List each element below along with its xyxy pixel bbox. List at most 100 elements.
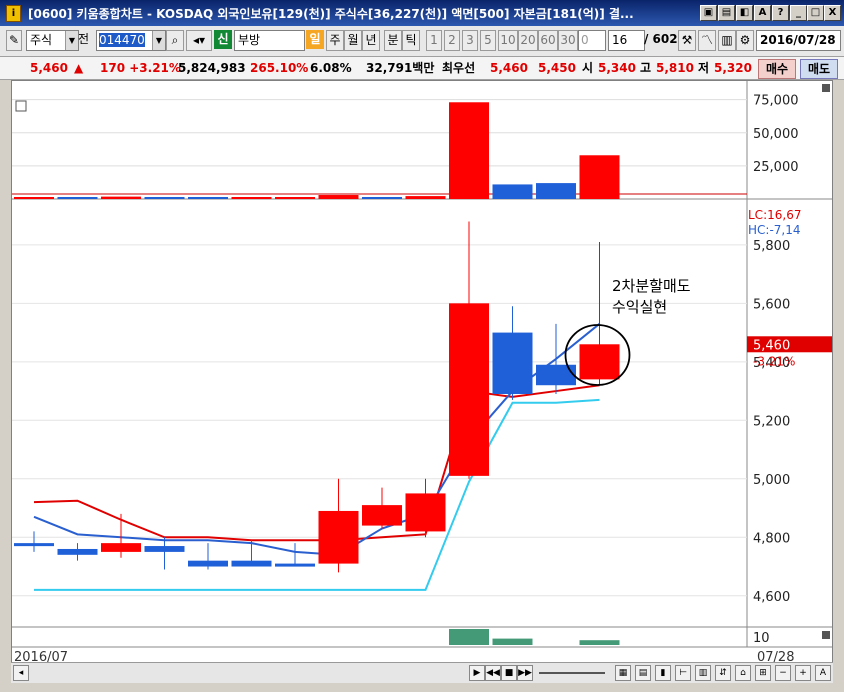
app-icon: ⅰ: [6, 5, 21, 22]
layout-icon[interactable]: ▦: [615, 665, 631, 681]
stop-icon[interactable]: ■: [501, 665, 517, 681]
lock-icon[interactable]: ✎: [6, 30, 22, 51]
market-select[interactable]: 주식 ▼: [26, 30, 79, 51]
stock-code-value: 014470: [99, 33, 145, 47]
period-tick-button[interactable]: 틱: [402, 30, 420, 51]
interval-5-button[interactable]: 5: [480, 30, 496, 51]
candle-body: [536, 364, 576, 386]
credit-badge: 신: [214, 30, 232, 49]
buy-button[interactable]: 매수: [758, 59, 796, 79]
high-label: 고: [640, 61, 652, 75]
interval-3-button[interactable]: 3: [462, 30, 478, 51]
period-year-button[interactable]: 년: [362, 30, 380, 51]
volume-axis-label: 50,000: [753, 127, 799, 142]
close-pane-icon: [822, 84, 830, 92]
minimize-button[interactable]: _: [790, 5, 807, 21]
tool-icon-1[interactable]: ▣: [700, 5, 717, 21]
interval-60-button[interactable]: 60: [538, 30, 558, 51]
close-button[interactable]: X: [824, 5, 841, 21]
sell-button[interactable]: 매도: [800, 59, 838, 79]
interval-1-button[interactable]: 1: [426, 30, 442, 51]
ask-price: 5,460: [490, 61, 528, 75]
volume-bar: [405, 196, 446, 199]
trade-amount: 32,791백만: [366, 61, 435, 75]
candle-body: [57, 548, 98, 555]
volume-value: 5,824,983: [178, 61, 246, 75]
period-week-button[interactable]: 주: [326, 30, 344, 51]
rewind-icon[interactable]: ◀◀: [485, 665, 501, 681]
scroll-left-icon[interactable]: ◂: [13, 665, 29, 681]
gear-icon[interactable]: ⚙: [736, 30, 754, 51]
count-input[interactable]: 16: [608, 30, 645, 51]
best-quote-label: 최우선: [442, 61, 476, 75]
moving-average-cyan: [34, 398, 600, 591]
candle-body: [318, 510, 359, 564]
price-axis-label: 5,200: [753, 414, 790, 429]
interval-20-button[interactable]: 20: [518, 30, 538, 51]
help-icon[interactable]: ?: [772, 5, 789, 21]
sub-indicator-bar: [492, 638, 533, 645]
prev-label: 전: [78, 32, 90, 46]
period-minute-button[interactable]: 분: [384, 30, 402, 51]
chart-navigation-bar: ◂ ▶ ◀◀ ■ ▶▶ ▦ ▤ ▮ ⊢ ▥ ⇵ ⌂ ⊞ − + A: [11, 662, 833, 683]
stock-code-input[interactable]: 014470 ▼: [96, 30, 166, 51]
grid-icon[interactable]: ▤: [635, 665, 651, 681]
candle-body: [449, 303, 489, 476]
volume-bar: [536, 183, 576, 199]
zoom-out-icon[interactable]: −: [775, 665, 791, 681]
maximize-button[interactable]: □: [807, 5, 824, 21]
quote-bar: 5,460 ▲ 170 +3.21% 5,824,983 265.10% 6.0…: [0, 57, 844, 80]
candle-body: [144, 546, 185, 552]
tool-icon-5[interactable]: ⚒: [678, 30, 696, 51]
interval-2-button[interactable]: 2: [444, 30, 460, 51]
bar-icon[interactable]: ▥: [695, 665, 711, 681]
lc-label: LC:16,67: [748, 208, 801, 222]
price-axis-label: 4,600: [753, 590, 790, 605]
chevron-down-icon: ▼: [152, 31, 165, 50]
tool-icon-3[interactable]: ◧: [736, 5, 753, 21]
volume-bar: [362, 197, 402, 199]
moving-average-red: [33, 384, 600, 542]
volume-bar: [318, 195, 359, 199]
zoom-slider[interactable]: [539, 672, 605, 674]
current-price: 5,460: [30, 61, 68, 75]
font-icon[interactable]: A: [815, 665, 831, 681]
candle-body: [188, 560, 228, 567]
candle-body: [231, 560, 272, 567]
zoom-in-icon[interactable]: +: [795, 665, 811, 681]
candle-body: [101, 543, 141, 552]
speaker-icon[interactable]: ◂▾: [186, 30, 212, 51]
interval-custom-input[interactable]: 0: [578, 30, 606, 51]
total-count: / 602: [644, 32, 678, 46]
low-price: 5,320: [714, 61, 752, 75]
open-label: 시: [582, 61, 594, 75]
interval-30-button[interactable]: 30: [558, 30, 578, 51]
stock-chart[interactable]: 75,00050,00025,0005,8005,6005,4005,2005,…: [12, 81, 832, 666]
volume-axis-label: 25,000: [753, 160, 799, 175]
search-icon[interactable]: ⌕: [166, 30, 184, 51]
trend-icon[interactable]: 〽: [698, 30, 716, 51]
compare-icon[interactable]: ⇵: [715, 665, 731, 681]
ruler-icon[interactable]: ⊢: [675, 665, 691, 681]
window-titlebar: ⅰ [0600] 키움종합차트 - KOSDAQ 외국인보유[129(천)] 주…: [0, 0, 844, 26]
play-icon[interactable]: ▶: [469, 665, 485, 681]
tool-icon-7[interactable]: ⊞: [755, 665, 771, 681]
candle-body: [362, 505, 402, 526]
chart-area[interactable]: 75,000 50,000 25,000 5,800 5,600 5,400 5,200 5,…: [11, 80, 833, 667]
chevron-down-icon: ▼: [65, 31, 78, 50]
volume-bar: [579, 155, 620, 199]
open-price: 5,340: [598, 61, 636, 75]
annotation-text-line2: 수익실현: [612, 298, 667, 316]
candle-icon[interactable]: ▮: [655, 665, 671, 681]
period-day-button[interactable]: 일: [306, 30, 324, 49]
date-input[interactable]: 2016/07/28: [756, 30, 841, 51]
candle-body: [492, 332, 533, 394]
tool-icon-4[interactable]: A: [754, 5, 771, 21]
tool-icon-6[interactable]: ⌂: [735, 665, 751, 681]
chart-icon[interactable]: ▥: [718, 30, 736, 51]
close-sub-pane-icon: [822, 631, 830, 639]
fast-forward-icon[interactable]: ▶▶: [517, 665, 533, 681]
tool-icon-2[interactable]: ▤: [718, 5, 735, 21]
interval-10-button[interactable]: 10: [498, 30, 518, 51]
period-month-button[interactable]: 월: [344, 30, 362, 51]
